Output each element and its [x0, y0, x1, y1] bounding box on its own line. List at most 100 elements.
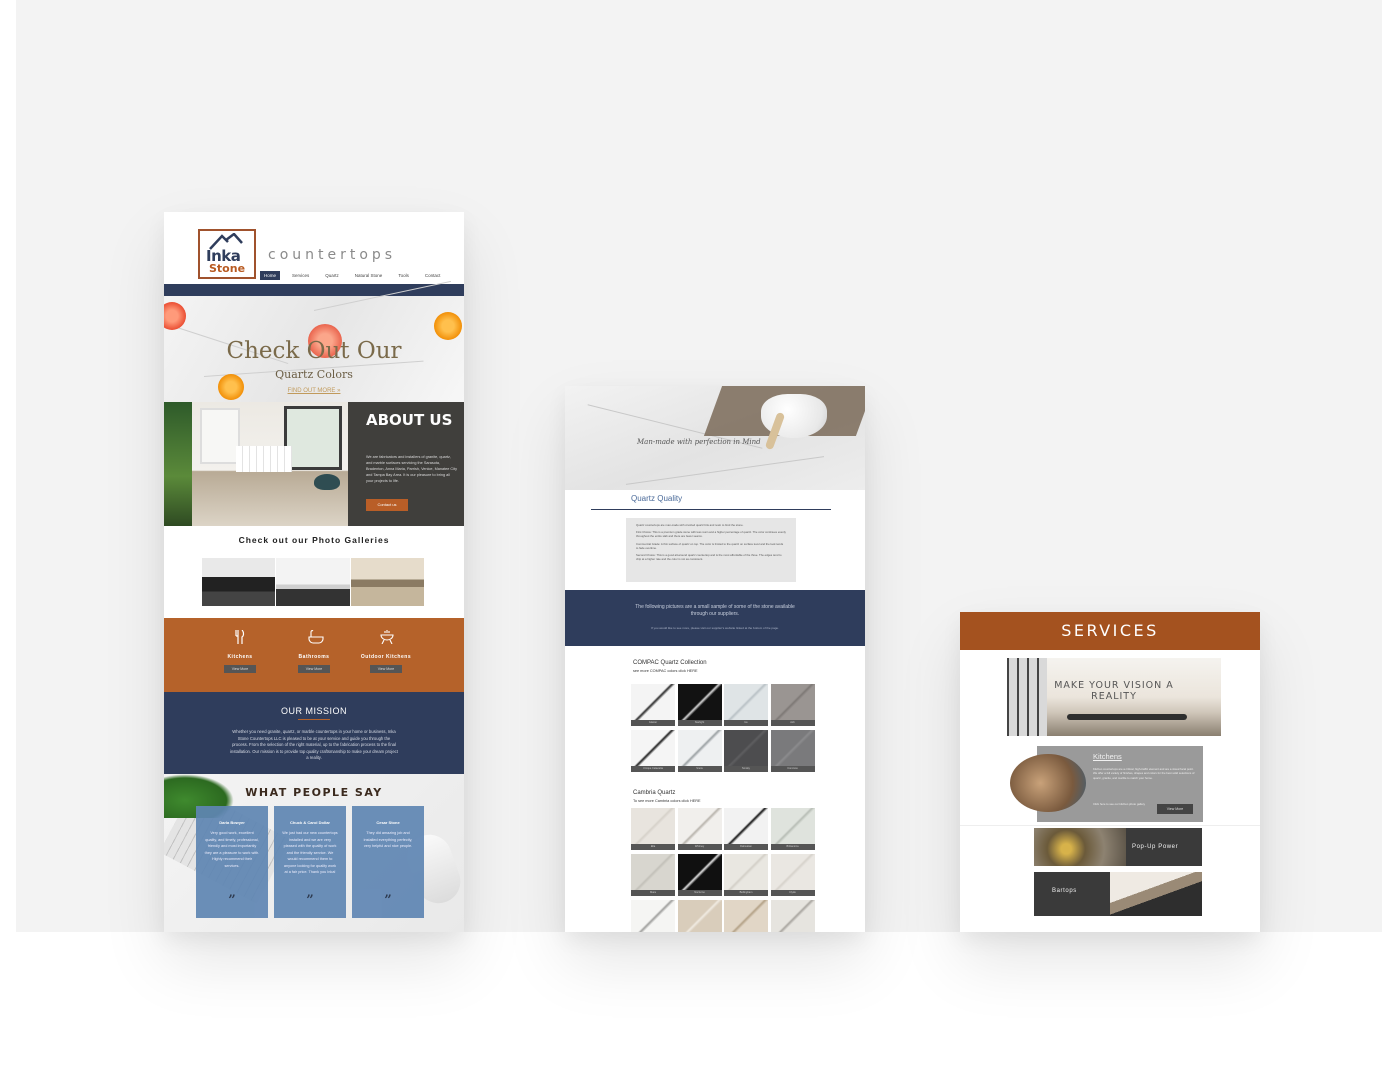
gallery-photo-outdoor-kitchen[interactable] — [350, 558, 424, 606]
inka-stone-logo[interactable]: Inka Stone — [198, 229, 256, 279]
service-bathrooms: Bathrooms View More — [284, 630, 344, 673]
cambria-collection-heading: Cambria Quartz — [633, 790, 676, 796]
kitchens-view-more-button[interactable]: View More — [1157, 804, 1193, 814]
orange-slice-image — [434, 312, 462, 340]
swatch-caption: Glacier — [631, 720, 675, 726]
testimonial-author: Chuck & Carol Dollar — [289, 820, 330, 825]
testimonial-card: Darla Bowyer Very good work, excellent q… — [196, 806, 268, 918]
nav-item-natural-stone[interactable]: Natural Stone — [351, 271, 387, 280]
swatch-caption: Concrete — [770, 766, 815, 772]
service-row-label: Bartops — [1052, 888, 1077, 894]
view-more-button[interactable]: View More — [224, 665, 256, 673]
showcase-stage: Inka Stone countertops Home Services Qua… — [16, 0, 1382, 932]
stone-swatch[interactable]: Snow — [677, 730, 722, 772]
quote-mark-icon: ” — [228, 893, 236, 908]
swatch-caption: Nocturne — [677, 890, 722, 896]
service-row-bartops[interactable]: Bartops — [1034, 872, 1202, 916]
stone-swatch[interactable]: Brittanicca — [770, 808, 815, 850]
testimonial-author: Cesar Stone — [376, 820, 400, 825]
swatch-caption: Whitney — [677, 844, 722, 850]
service-label: Outdoor Kitchens — [360, 654, 412, 660]
galleries-heading: Check out our Photo Galleries — [238, 535, 390, 545]
nav-item-quartz[interactable]: Quartz — [321, 271, 343, 280]
stone-swatch[interactable]: Inverness — [770, 900, 815, 932]
grapefruit-image — [164, 302, 186, 330]
stone-swatch[interactable]: Whitney — [677, 808, 722, 850]
testimonial-author: Darla Bowyer — [219, 820, 245, 825]
stone-swatch[interactable]: Ash — [770, 684, 815, 726]
photo-gallery-strip — [202, 558, 424, 606]
bathtub-icon — [308, 630, 324, 644]
quartz-intro: Quartz countertops are man-made with cru… — [636, 523, 744, 527]
stone-swatch[interactable]: Brittanica Gold — [724, 900, 768, 932]
contact-us-button[interactable]: Contact us — [366, 499, 408, 511]
nav-item-services[interactable]: Services — [288, 271, 313, 280]
nav-item-tools[interactable]: Tools — [394, 271, 413, 280]
stone-swatch[interactable]: Smoky — [724, 730, 768, 772]
mission-section: OUR MISSION Whether you need granite, qu… — [164, 692, 464, 774]
stone-swatch[interactable]: Bellingham — [724, 854, 768, 896]
services-title-bar: SERVICES — [960, 612, 1260, 650]
cambria-more-link[interactable]: To see more Cambria colors click HERE — [633, 799, 701, 803]
view-more-button[interactable]: View More — [370, 665, 402, 673]
swatch-caption: Brittanicca — [770, 844, 815, 850]
hero-banner[interactable]: Check Out Our Quartz Colors FIND OUT MOR… — [164, 280, 464, 402]
about-heading: ABOUT US — [366, 411, 453, 429]
hero-title: Check Out Our — [226, 338, 402, 364]
section-divider — [960, 825, 1260, 826]
hero-find-out-more-link[interactable]: FIND OUT MORE » — [164, 388, 464, 394]
swatch-caption: Ella — [631, 844, 675, 850]
stone-swatch[interactable]: Ella — [631, 808, 675, 850]
service-label: Kitchens — [227, 654, 253, 660]
service-row-pop-up-outlets[interactable]: Pop-Up Power Outlets — [1034, 828, 1202, 888]
quartz-page-mockup: Man-made with perfection in Mind Quartz … — [565, 386, 865, 932]
supplier-notice-text: The following pictures are a small sampl… — [635, 604, 795, 617]
quartz-hero-text: Man-made with perfection in Mind — [637, 438, 761, 446]
stone-swatch[interactable]: Mara — [631, 854, 675, 896]
stone-swatch[interactable]: Ice — [724, 684, 768, 726]
mission-text: Whether you need granite, quartz, or mar… — [230, 729, 398, 760]
testimonial-card: Chuck & Carol Dollar We just had our new… — [274, 806, 346, 918]
mission-underline — [298, 719, 330, 720]
navy-divider-bar — [164, 284, 464, 296]
stone-swatch[interactable]: Clyde — [770, 854, 815, 896]
testimonials-section: WHAT PEOPLE SAY Darla Bowyer Very good w… — [164, 774, 464, 932]
kitchen-photo — [164, 402, 348, 526]
swatch-caption: Snow — [677, 766, 722, 772]
service-label: Bathrooms — [298, 654, 330, 660]
swatch-caption: Smoky — [724, 766, 768, 772]
quartz-quality-heading: Quartz Quality — [631, 494, 683, 503]
compac-collection-heading: COMPAC Quartz Collection — [633, 660, 707, 666]
quartz-tier: Second Choice: This is a good all-around… — [636, 553, 782, 562]
stone-swatch[interactable]: Concrete — [770, 730, 815, 772]
swatch-caption: Clyde — [770, 890, 815, 896]
grill-icon — [380, 630, 394, 645]
gallery-photo-bathroom[interactable] — [276, 558, 350, 606]
testimonial-text: We just had our new countertops installe… — [282, 831, 338, 874]
compac-more-link[interactable]: see more COMPAC colors click HERE — [633, 669, 698, 673]
nav-item-contact[interactable]: Contact — [421, 271, 445, 280]
utensils-icon — [234, 629, 246, 644]
testimonial-text: They did amazing job and installed every… — [363, 831, 413, 848]
stone-swatch[interactable]: Swanbridge — [631, 900, 675, 932]
stone-swatch[interactable]: Nocturne — [677, 854, 722, 896]
stone-swatch[interactable]: Skara Brae — [677, 900, 722, 932]
mission-heading: OUR MISSION — [280, 706, 347, 716]
homepage-mockup: Inka Stone countertops Home Services Qua… — [164, 212, 464, 932]
service-outdoor-kitchens: Outdoor Kitchens View More — [356, 630, 416, 673]
quartz-quality-info-box: Quartz countertops are man-made with cru… — [626, 518, 796, 582]
stone-swatch[interactable]: Starlight — [677, 684, 722, 726]
stone-swatch[interactable]: Dalmatian — [724, 808, 768, 850]
nav-item-home[interactable]: Home — [260, 271, 281, 280]
kitchens-description: Kitchen countertops are a critical, high… — [1093, 767, 1195, 780]
stone-swatch[interactable]: Unique Calacatta — [631, 730, 675, 772]
hero-subtitle: Quartz Colors — [275, 368, 353, 381]
about-text-panel: ABOUT US We are fabricators and installe… — [348, 402, 464, 526]
view-more-button[interactable]: View More — [298, 665, 330, 673]
swatch-caption: Dalmatian — [724, 844, 768, 850]
logo-word-stone: Stone — [209, 262, 246, 275]
kitchens-heading-link[interactable]: Kitchens — [1093, 752, 1122, 761]
testimonial-card: Cesar Stone They did amazing job and ins… — [352, 806, 424, 918]
stone-swatch[interactable]: Glacier — [631, 684, 675, 726]
gallery-photo-dark-kitchen[interactable] — [202, 558, 276, 606]
